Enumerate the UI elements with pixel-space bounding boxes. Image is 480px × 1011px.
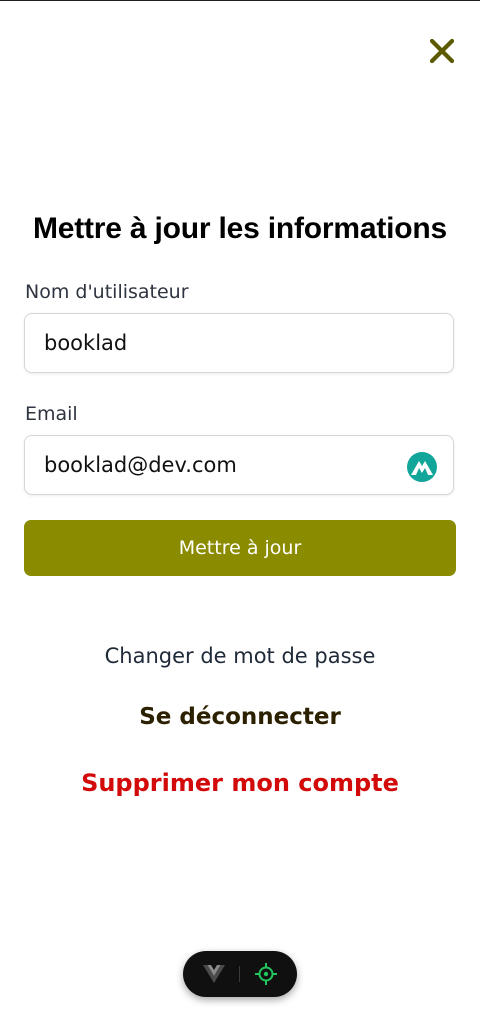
delete-account-link[interactable]: Supprimer mon compte xyxy=(0,769,480,797)
vue-logo-icon[interactable] xyxy=(203,964,225,984)
password-manager-mountain-icon[interactable] xyxy=(407,452,437,482)
change-password-link[interactable]: Changer de mot de passe xyxy=(0,644,480,668)
email-input[interactable] xyxy=(25,436,404,494)
page-title: Mettre à jour les informations xyxy=(32,212,448,245)
vue-devtools-toolbar xyxy=(183,951,297,997)
toolbar-divider xyxy=(239,966,240,982)
close-button[interactable] xyxy=(425,34,459,68)
email-label: Email xyxy=(25,403,78,425)
update-button[interactable]: Mettre à jour xyxy=(24,520,456,576)
logout-link[interactable]: Se déconnecter xyxy=(0,704,480,730)
username-field-container xyxy=(24,313,454,373)
window-top-border xyxy=(0,0,480,1)
username-label: Nom d'utilisateur xyxy=(25,281,189,303)
email-field-container xyxy=(24,435,454,495)
username-input[interactable] xyxy=(25,314,404,372)
crosshair-target-icon[interactable] xyxy=(255,963,277,985)
close-x-icon xyxy=(429,38,455,64)
